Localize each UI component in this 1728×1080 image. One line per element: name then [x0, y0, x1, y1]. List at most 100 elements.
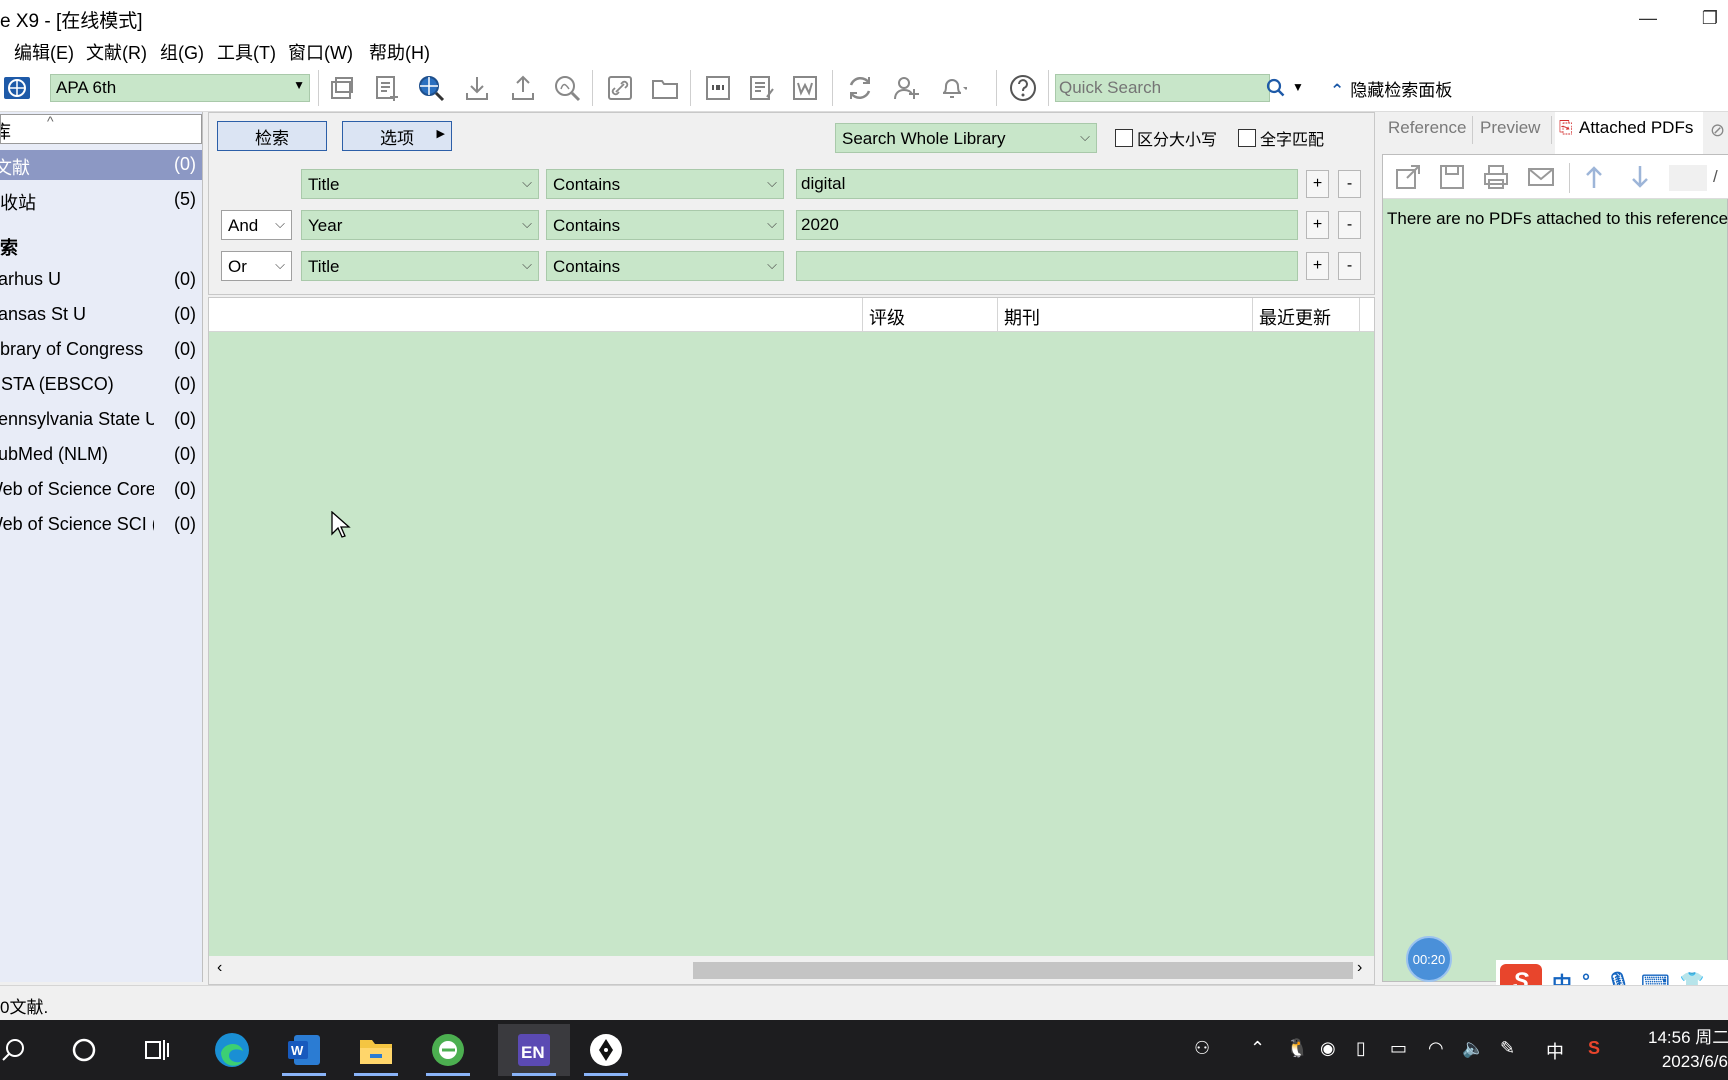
pen-app-icon[interactable]: [570, 1024, 642, 1076]
quick-search-input[interactable]: [1055, 74, 1270, 102]
menu-groups[interactable]: 组(G): [160, 39, 204, 65]
column-rating[interactable]: 评级: [869, 304, 905, 330]
column-divider[interactable]: [1359, 298, 1360, 332]
group-trash[interactable]: 回收站 (5): [0, 185, 202, 215]
remove-row-button[interactable]: -: [1338, 170, 1361, 198]
endnote-icon[interactable]: EN: [498, 1024, 570, 1076]
menu-references[interactable]: 文献(R): [86, 39, 147, 65]
add-row-button[interactable]: +: [1306, 252, 1329, 280]
next-page-icon[interactable]: [1623, 161, 1657, 193]
column-divider[interactable]: [862, 298, 863, 332]
chevron-down-icon[interactable]: ▼: [1292, 80, 1304, 94]
menu-window[interactable]: 窗口(W): [288, 39, 353, 65]
word-icon[interactable]: W: [268, 1024, 340, 1076]
remove-row-button[interactable]: -: [1338, 252, 1361, 280]
pen-input-icon[interactable]: ✎: [1500, 1038, 1515, 1059]
taskbar-ime-indicator[interactable]: 中: [1546, 1038, 1564, 1064]
wifi-icon[interactable]: ◠: [1428, 1038, 1444, 1059]
restore-button[interactable]: ❐: [1690, 4, 1728, 32]
online-group-aarhus[interactable]: Aarhus U (0): [0, 265, 202, 295]
column-divider[interactable]: [997, 298, 998, 332]
share-icon[interactable]: [889, 72, 923, 104]
online-group-wos-core[interactable]: Web of Science Core ... (0): [0, 475, 202, 505]
export-icon[interactable]: [506, 72, 540, 104]
hide-search-panel-button[interactable]: ⌃ 隐藏检索面板: [1330, 76, 1452, 101]
options-button[interactable]: 选项 ▶: [342, 121, 452, 151]
search-operator-select[interactable]: Contains ⌵: [546, 169, 784, 199]
people-icon[interactable]: ⚇: [1194, 1038, 1210, 1059]
online-group-kansas[interactable]: Kansas St U (0): [0, 300, 202, 330]
search-operator-select[interactable]: Contains ⌵: [546, 251, 784, 281]
usb-icon[interactable]: ▯: [1356, 1038, 1366, 1059]
match-case-checkbox[interactable]: 区分大小写: [1115, 126, 1217, 150]
link-icon[interactable]: [603, 72, 637, 104]
email-icon[interactable]: [1524, 161, 1558, 193]
tab-preview[interactable]: Preview: [1480, 118, 1540, 138]
copy-library-icon[interactable]: [325, 72, 359, 104]
search-value-input[interactable]: [796, 169, 1298, 199]
tab-attached-pdfs[interactable]: ⎘ Attached PDFs: [1555, 112, 1703, 154]
insert-citation-icon[interactable]: [701, 72, 735, 104]
browser-icon[interactable]: [412, 1024, 484, 1076]
task-view-icon[interactable]: [120, 1024, 192, 1076]
find-fulltext-icon[interactable]: [550, 72, 584, 104]
battery-icon[interactable]: ▭: [1390, 1038, 1407, 1059]
previous-page-icon[interactable]: [1577, 161, 1611, 193]
checkbox-box[interactable]: [1115, 129, 1133, 147]
remove-row-button[interactable]: -: [1338, 211, 1361, 239]
menu-tools[interactable]: 工具(T): [217, 39, 276, 65]
help-icon[interactable]: [1006, 72, 1040, 104]
boolean-operator-select[interactable]: And ⌵: [221, 210, 292, 240]
format-bibliography-icon[interactable]: [745, 72, 779, 104]
search-field-select[interactable]: Title ⌵: [301, 169, 539, 199]
online-globe-icon[interactable]: [0, 72, 34, 104]
online-search-heading[interactable]: 检索: [0, 234, 18, 260]
reference-list[interactable]: 评级 期刊 最近更新 ‹ ›: [208, 297, 1375, 985]
column-divider[interactable]: [1252, 298, 1253, 332]
open-folder-icon[interactable]: [648, 72, 682, 104]
sort-up-icon[interactable]: ^: [47, 115, 54, 129]
save-icon[interactable]: [1435, 161, 1469, 193]
column-last-updated[interactable]: 最近更新: [1259, 304, 1331, 330]
menu-help[interactable]: 帮助(H): [369, 39, 430, 65]
qq-icon[interactable]: 🐧: [1286, 1038, 1308, 1059]
group-all-references[interactable]: 文献 (0): [0, 150, 202, 180]
paperclip-icon[interactable]: ⊘: [1710, 120, 1725, 141]
search-operator-select[interactable]: Contains ⌵: [546, 210, 784, 240]
import-icon[interactable]: [460, 72, 494, 104]
open-external-icon[interactable]: [1391, 161, 1425, 193]
new-reference-icon[interactable]: [370, 72, 404, 104]
add-row-button[interactable]: +: [1306, 211, 1329, 239]
search-scope-select[interactable]: Search Whole Library ⌵: [835, 123, 1097, 153]
system-clock[interactable]: 14:56 周二 2023/6/6: [1648, 1026, 1728, 1074]
search-icon[interactable]: [0, 1024, 50, 1076]
checkbox-box[interactable]: [1238, 129, 1256, 147]
search-field-select[interactable]: Year ⌵: [301, 210, 539, 240]
online-group-pennstate[interactable]: Pennsylvania State U (0): [0, 405, 202, 435]
boolean-operator-select[interactable]: Or ⌵: [221, 251, 292, 281]
sync-icon[interactable]: [843, 72, 877, 104]
column-journal[interactable]: 期刊: [1004, 304, 1040, 330]
search-value-input[interactable]: [796, 210, 1298, 240]
scroll-right-icon[interactable]: ›: [1357, 959, 1362, 977]
cortana-icon[interactable]: [48, 1024, 120, 1076]
online-group-pubmed[interactable]: PubMed (NLM) (0): [0, 440, 202, 470]
groups-panel-header[interactable]: 库 ^: [0, 114, 202, 144]
minimize-button[interactable]: —: [1628, 4, 1668, 32]
file-explorer-icon[interactable]: [340, 1024, 412, 1076]
search-button[interactable]: 检索: [217, 121, 327, 151]
word-icon[interactable]: [788, 72, 822, 104]
edge-icon[interactable]: [196, 1024, 268, 1076]
output-style-select[interactable]: APA 6th ▼: [50, 74, 310, 102]
horizontal-scrollbar[interactable]: ‹ ›: [209, 956, 1374, 984]
recording-timer[interactable]: 00:20: [1406, 936, 1452, 982]
print-icon[interactable]: [1479, 161, 1513, 193]
sogou-tray-icon[interactable]: S: [1588, 1038, 1600, 1059]
match-words-checkbox[interactable]: 全字匹配: [1238, 126, 1324, 150]
search-field-select[interactable]: Title ⌵: [301, 251, 539, 281]
activity-icon[interactable]: [935, 72, 969, 104]
online-group-lista[interactable]: LISTA (EBSCO) (0): [0, 370, 202, 400]
menu-edit[interactable]: 编辑(E): [14, 39, 74, 65]
scrollbar-thumb[interactable]: [693, 962, 1353, 979]
online-group-loc[interactable]: Library of Congress (0): [0, 335, 202, 365]
